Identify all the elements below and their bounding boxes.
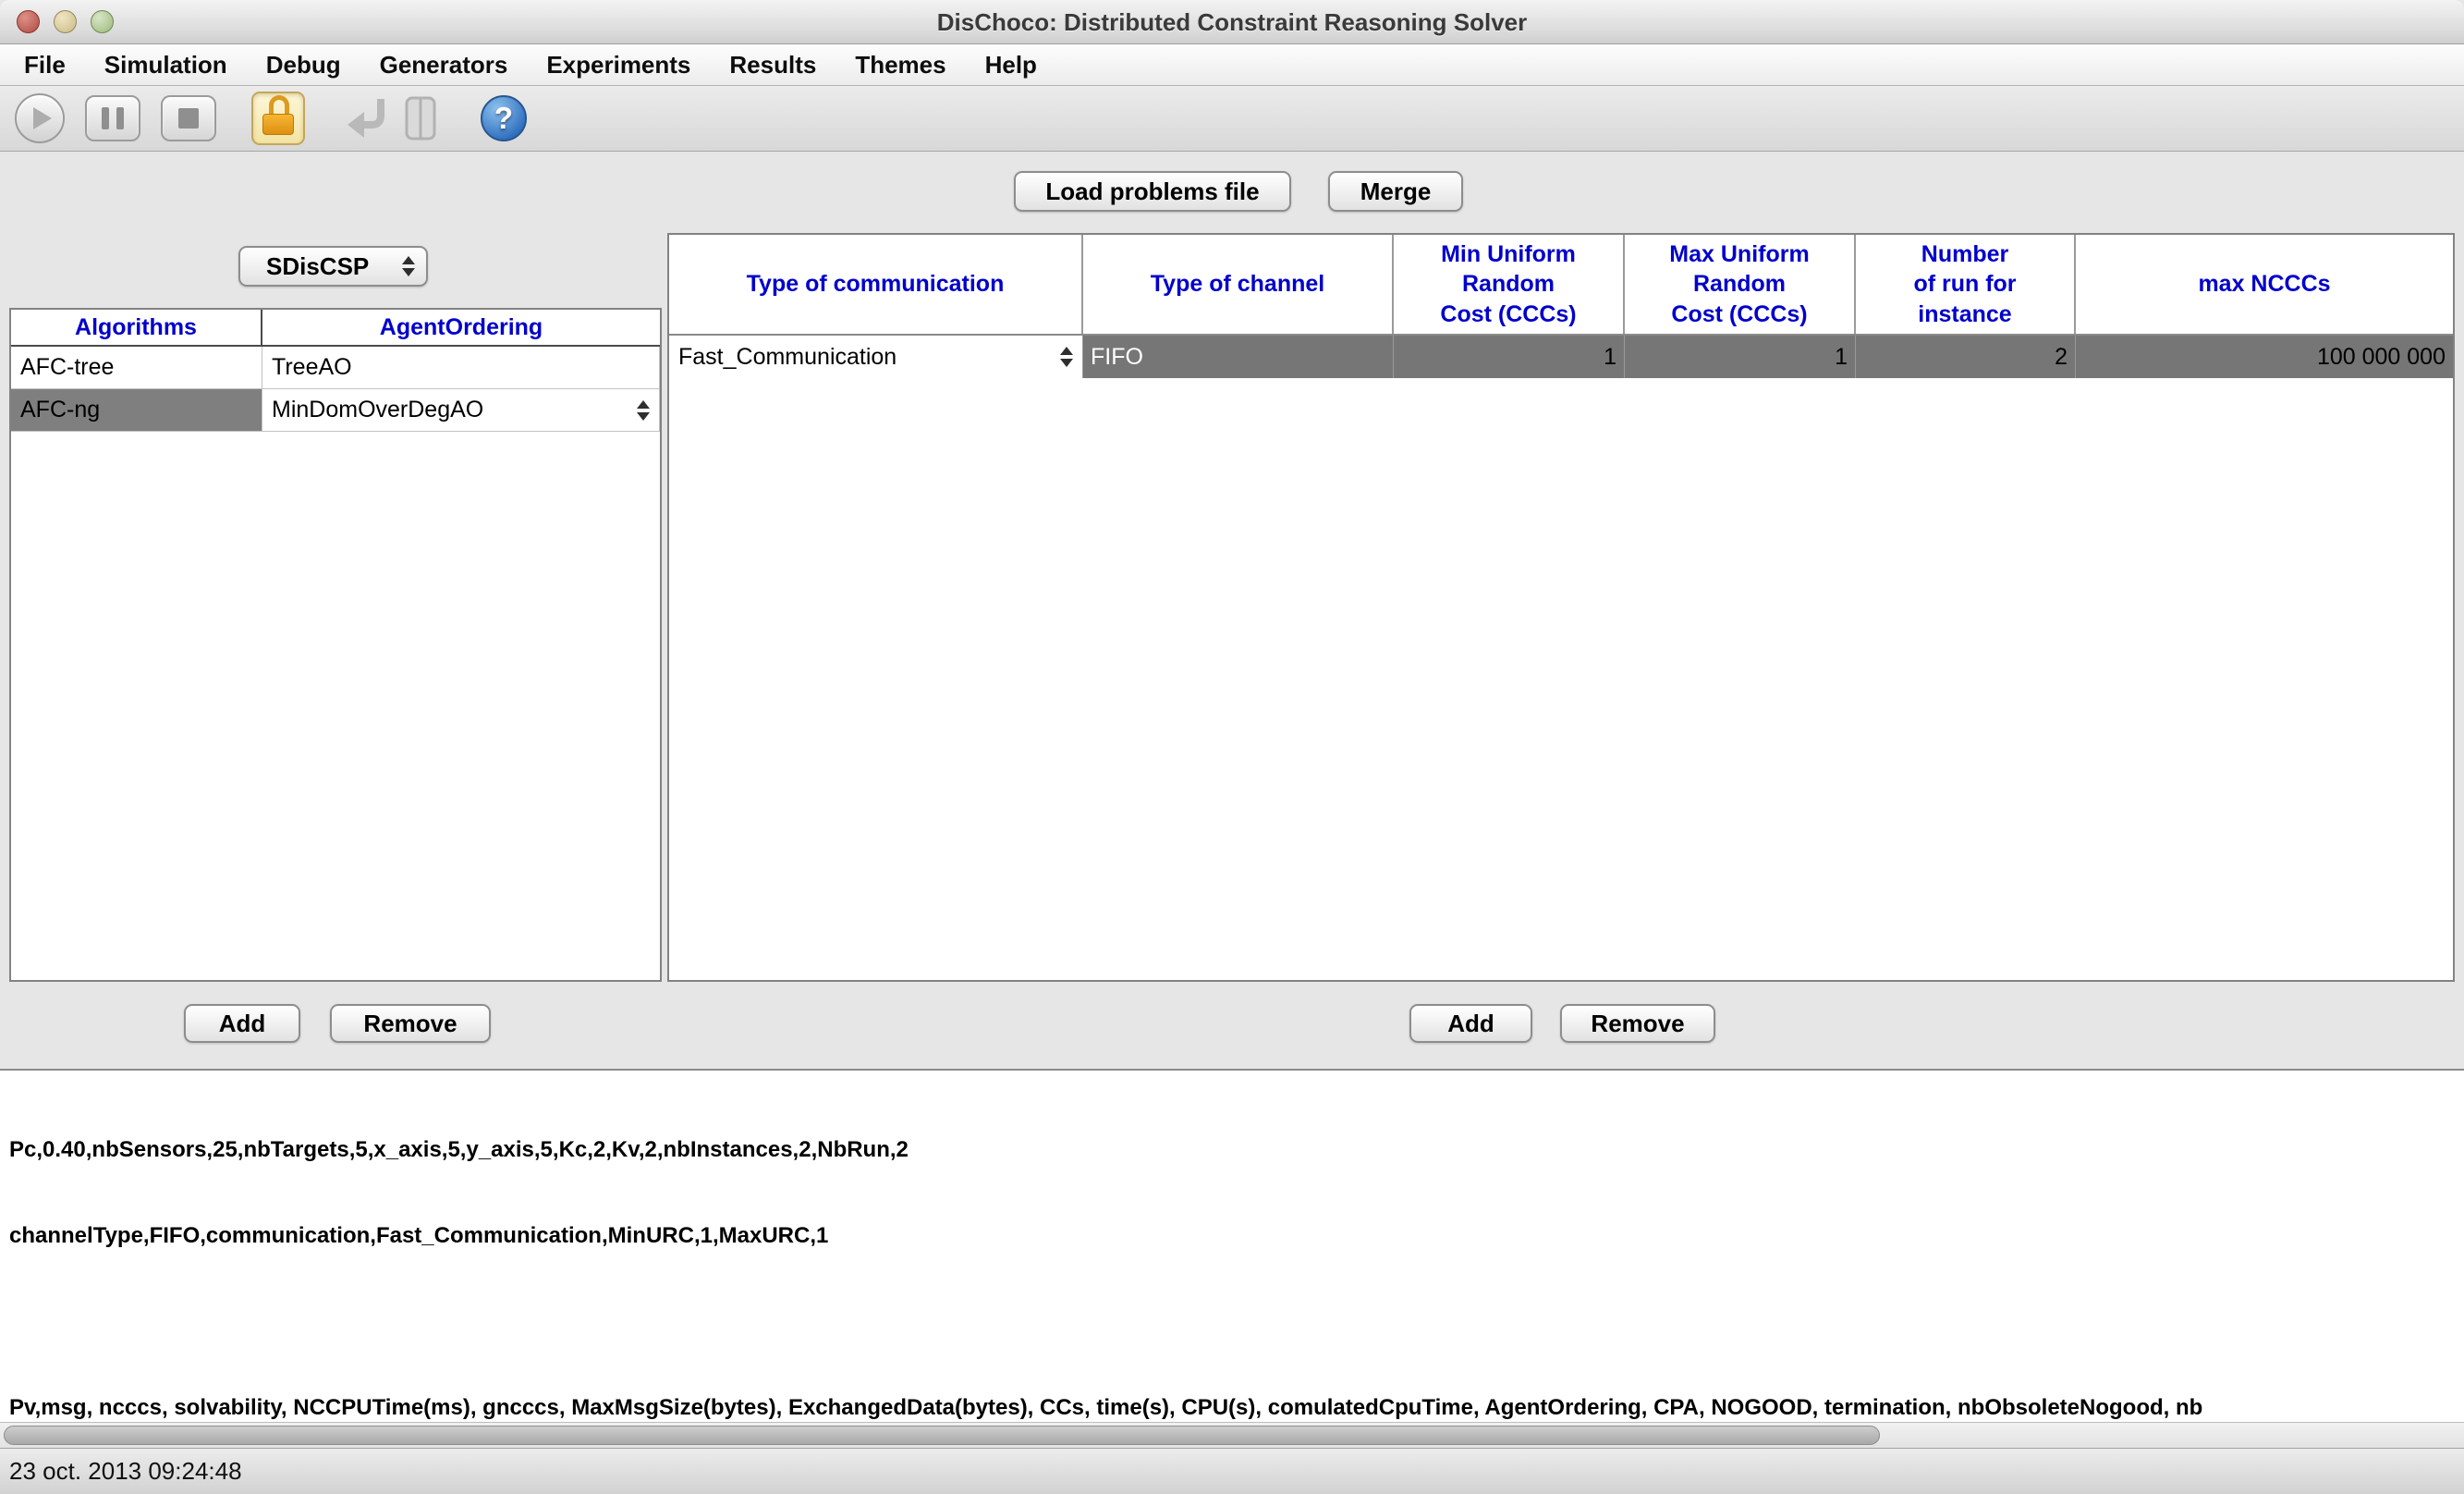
column-view-button[interactable]	[403, 95, 438, 141]
menu-experiments[interactable]: Experiments	[527, 51, 710, 80]
channel-cell[interactable]: FIFO	[1083, 336, 1394, 378]
lock-icon	[262, 95, 294, 135]
cell-stepper-icon[interactable]	[1060, 347, 1073, 367]
algorithms-add-button[interactable]: Add	[184, 1004, 300, 1043]
scrollbar-thumb[interactable]	[4, 1426, 1880, 1445]
column-header-number-of-run[interactable]: Number of run for instance	[1856, 235, 2076, 334]
output-line: channelType,FIFO,communication,Fast_Comm…	[9, 1223, 829, 1248]
help-button[interactable]: ?	[481, 95, 527, 141]
stop-icon	[178, 108, 199, 129]
zoom-window-button[interactable]	[91, 10, 114, 33]
column-header-type-of-channel[interactable]: Type of channel	[1083, 235, 1394, 334]
import-results-button[interactable]	[342, 95, 394, 141]
table-row[interactable]: AFC-tree TreeAO	[11, 347, 660, 389]
ordering-value: MinDomOverDegAO	[272, 397, 484, 422]
close-window-button[interactable]	[17, 10, 40, 33]
column-header-max-uniform-random-cost[interactable]: Max Uniform Random Cost (CCCs)	[1625, 235, 1856, 334]
pause-button[interactable]	[85, 95, 140, 141]
column-icon	[405, 96, 436, 141]
menu-simulation[interactable]: Simulation	[85, 51, 247, 80]
output-line: Pc,0.40,nbSensors,25,nbTargets,5,x_axis,…	[9, 1137, 909, 1162]
communication-table: Type of communication Type of channel Mi…	[667, 233, 2455, 982]
combo-stepper-icon	[402, 256, 415, 276]
stop-button[interactable]	[161, 95, 216, 141]
ordering-cell[interactable]: TreeAO	[262, 347, 660, 389]
column-header-agent-ordering[interactable]: AgentOrdering	[262, 310, 660, 345]
column-header-min-uniform-random-cost[interactable]: Min Uniform Random Cost (CCCs)	[1394, 235, 1625, 334]
question-mark-icon: ?	[494, 101, 514, 135]
menu-generators[interactable]: Generators	[360, 51, 528, 80]
max-cost-cell[interactable]: 1	[1625, 336, 1856, 378]
cell-stepper-icon[interactable]	[637, 399, 650, 421]
min-cost-cell[interactable]: 1	[1394, 336, 1625, 378]
problem-type-value: SDisCSP	[266, 251, 370, 280]
problem-type-combobox[interactable]: SDisCSP	[238, 246, 428, 287]
status-timestamp: 23 oct. 2013 09:24:48	[9, 1457, 242, 1485]
horizontal-scrollbar[interactable]	[0, 1422, 2464, 1448]
window-title: DisChoco: Distributed Constraint Reasoni…	[936, 8, 1528, 36]
merge-button[interactable]: Merge	[1328, 171, 1463, 212]
column-header-algorithms[interactable]: Algorithms	[11, 310, 262, 345]
communication-add-button[interactable]: Add	[1409, 1004, 1532, 1043]
status-bar: 23 oct. 2013 09:24:48	[0, 1448, 2464, 1494]
max-ncccs-cell[interactable]: 100 000 000	[2076, 336, 2453, 378]
minimize-window-button[interactable]	[54, 10, 77, 33]
menu-debug[interactable]: Debug	[247, 51, 360, 80]
communication-cell-editor[interactable]: Fast_Communication	[669, 336, 1083, 378]
toolbar: ?	[0, 86, 2464, 152]
results-output-area[interactable]: Pc,0.40,nbSensors,25,nbTargets,5,x_axis,…	[0, 1069, 2464, 1422]
run-button[interactable]	[15, 93, 65, 143]
runs-cell[interactable]: 2	[1856, 336, 2076, 378]
communication-value: Fast_Communication	[678, 343, 897, 370]
output-line: Pv,msg, ncccs, solvability, NCCPUTime(ms…	[9, 1395, 2203, 1420]
window-controls	[17, 10, 114, 33]
lock-button[interactable]	[251, 92, 305, 145]
communication-table-header: Type of communication Type of channel Mi…	[669, 235, 2453, 336]
pause-icon	[102, 107, 109, 129]
import-arrow-icon	[348, 99, 384, 138]
algorithms-table: Algorithms AgentOrdering AFC-tree TreeAO…	[9, 308, 662, 982]
table-row-selected[interactable]: Fast_Communication FIFO 1 1 2 100 000 00…	[669, 336, 2453, 378]
menu-help[interactable]: Help	[966, 51, 1056, 80]
algorithm-cell-selected[interactable]: AFC-ng	[11, 389, 262, 432]
title-bar: DisChoco: Distributed Constraint Reasoni…	[0, 0, 2464, 44]
algorithms-table-header: Algorithms AgentOrdering	[11, 310, 660, 347]
play-icon	[32, 107, 52, 129]
communication-remove-button[interactable]: Remove	[1560, 1004, 1715, 1043]
column-header-type-of-communication[interactable]: Type of communication	[669, 235, 1083, 334]
column-header-max-ncccs[interactable]: max NCCCs	[2076, 235, 2453, 334]
menu-themes[interactable]: Themes	[836, 51, 965, 80]
algorithms-remove-button[interactable]: Remove	[330, 1004, 491, 1043]
ordering-cell-editor[interactable]: MinDomOverDegAO	[262, 389, 660, 432]
menu-results[interactable]: Results	[710, 51, 836, 80]
menu-bar: File Simulation Debug Generators Experim…	[0, 44, 2464, 86]
algorithm-cell[interactable]: AFC-tree	[11, 347, 262, 389]
menu-file[interactable]: File	[18, 51, 85, 80]
table-row[interactable]: AFC-ng MinDomOverDegAO	[11, 389, 660, 432]
load-problems-file-button[interactable]: Load problems file	[1014, 171, 1291, 212]
